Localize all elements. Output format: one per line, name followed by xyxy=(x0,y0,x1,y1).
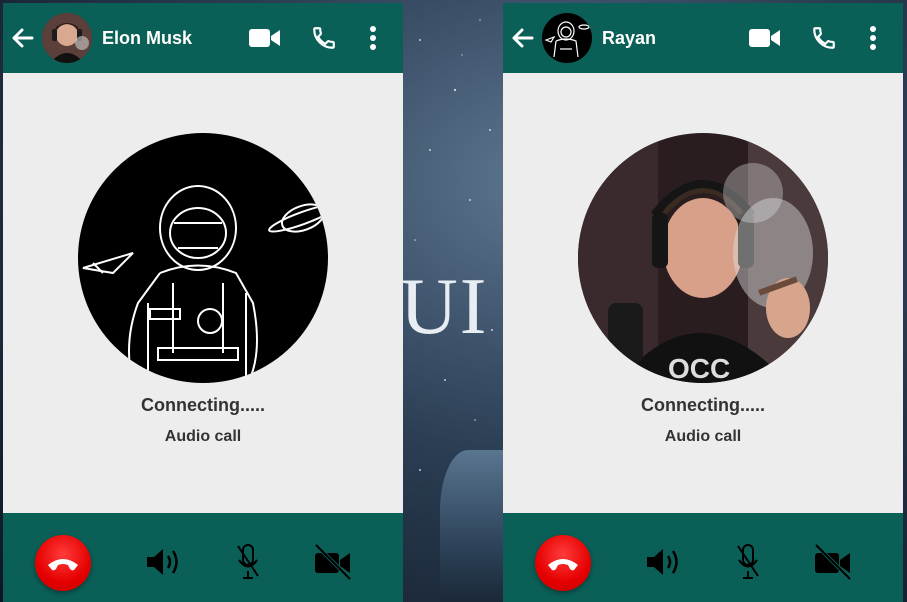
voice-call-button[interactable] xyxy=(810,23,838,53)
speaker-icon xyxy=(147,549,178,575)
mic-off-icon xyxy=(737,544,759,579)
video-toggle-button[interactable] xyxy=(813,543,853,581)
phone-icon xyxy=(313,27,335,49)
end-call-icon xyxy=(548,559,578,571)
call-header: Elon Musk xyxy=(3,3,403,73)
contact-name[interactable]: Rayan xyxy=(602,28,748,49)
arrow-left-icon xyxy=(512,28,534,48)
call-body: OCC Connecting..... Audio call xyxy=(503,73,903,513)
elon-photo-avatar xyxy=(42,13,92,63)
voice-call-button[interactable] xyxy=(310,23,338,53)
contact-avatar-large: OCC xyxy=(578,133,828,383)
back-button[interactable] xyxy=(6,21,40,55)
svg-text:OCC: OCC xyxy=(668,353,730,383)
video-off-icon xyxy=(314,543,352,581)
contact-avatar[interactable] xyxy=(42,13,92,63)
video-call-button[interactable] xyxy=(248,23,282,53)
mute-button[interactable] xyxy=(736,543,760,581)
astronaut-sketch-image xyxy=(78,133,328,383)
background-rock xyxy=(440,450,510,602)
call-status: Connecting..... xyxy=(641,395,765,415)
mute-button[interactable] xyxy=(236,543,260,581)
astronaut-sketch-avatar xyxy=(542,13,592,63)
call-controls xyxy=(3,513,403,602)
contact-avatar-large xyxy=(78,133,328,383)
call-screen-elon: Elon Musk Connecting..... Audio call xyxy=(3,3,403,602)
back-button[interactable] xyxy=(506,21,540,55)
call-status: Connecting..... xyxy=(141,395,265,415)
end-call-button[interactable] xyxy=(535,535,591,591)
call-screen-rayan: Rayan OCC Connecting..... Audio call xyxy=(503,3,903,602)
more-options-button[interactable] xyxy=(868,23,878,53)
contact-avatar[interactable] xyxy=(542,13,592,63)
video-toggle-button[interactable] xyxy=(313,543,353,581)
call-type-label: Audio call xyxy=(164,428,242,445)
background-title: UI xyxy=(400,263,489,351)
more-vertical-icon xyxy=(870,26,876,50)
contact-name[interactable]: Elon Musk xyxy=(102,28,248,49)
arrow-left-icon xyxy=(12,28,34,48)
phone-icon xyxy=(813,27,835,49)
more-vertical-icon xyxy=(370,26,376,50)
speaker-icon xyxy=(647,549,678,575)
video-call-button[interactable] xyxy=(748,23,782,53)
end-call-button[interactable] xyxy=(35,535,91,591)
video-camera-icon xyxy=(749,29,780,47)
call-controls xyxy=(503,513,903,602)
call-type-label: Audio call xyxy=(664,428,742,445)
elon-photo-image: OCC xyxy=(578,133,828,383)
more-options-button[interactable] xyxy=(368,23,378,53)
call-header: Rayan xyxy=(503,3,903,73)
video-camera-icon xyxy=(249,29,280,47)
end-call-icon xyxy=(48,559,78,571)
speaker-button[interactable] xyxy=(145,545,183,579)
call-body: Connecting..... Audio call xyxy=(3,73,403,513)
mic-off-icon xyxy=(237,544,259,579)
video-off-icon xyxy=(814,543,852,581)
speaker-button[interactable] xyxy=(645,545,683,579)
